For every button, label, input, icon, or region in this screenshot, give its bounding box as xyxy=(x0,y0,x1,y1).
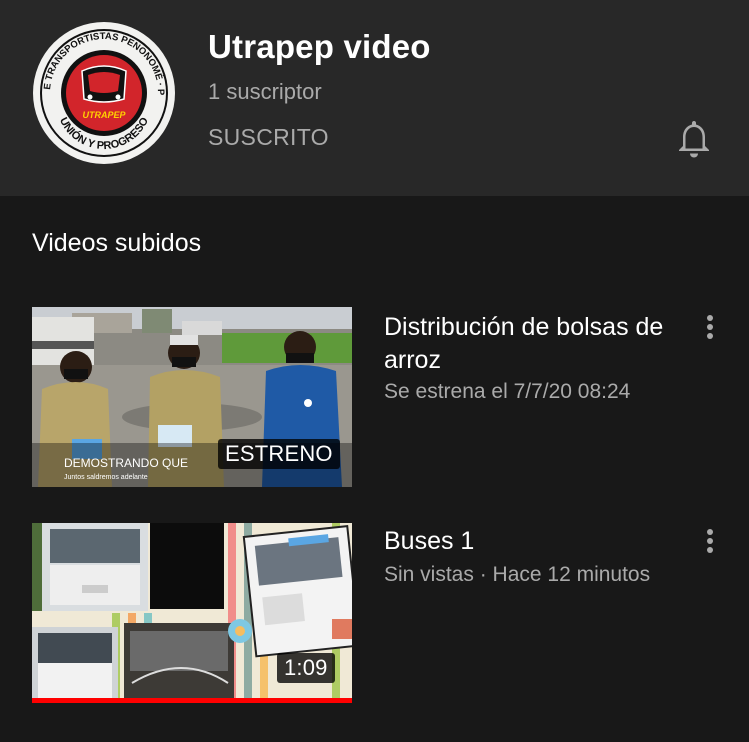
channel-logo[interactable]: UNIÓN DE TRANSPORTISTAS PENONOMÉ · PANAM… xyxy=(32,21,176,165)
channel-header: UNIÓN DE TRANSPORTISTAS PENONOMÉ · PANAM… xyxy=(0,0,749,196)
logo-center-text: UTRAPEP xyxy=(82,110,126,120)
thumbnail-caption-line2: Juntos saldremos adelante xyxy=(64,474,148,481)
video-title[interactable]: Buses 1 xyxy=(384,525,684,558)
subscribe-button[interactable]: SUSCRITO xyxy=(208,124,329,151)
video-meta: Sin vistas · Hace 12 minutos xyxy=(384,563,651,586)
more-vert-icon[interactable] xyxy=(700,527,720,557)
thumbnail-caption-line1: DEMOSTRANDO QUE xyxy=(64,456,188,470)
duration-badge: 1:09 xyxy=(277,653,335,683)
more-vert-icon[interactable] xyxy=(700,313,720,343)
video-title[interactable]: Distribución de bolsas de arroz xyxy=(384,311,684,377)
bus-front-icon xyxy=(81,65,127,103)
bell-icon[interactable] xyxy=(674,117,714,159)
watch-progress-bar xyxy=(32,698,352,703)
section-title: Videos subidos xyxy=(32,229,202,257)
video-meta: Se estrena el 7/7/20 08:24 xyxy=(384,380,631,403)
premiere-badge: ESTRENO xyxy=(218,439,340,469)
subscriber-count: 1 suscriptor xyxy=(208,79,322,104)
video-item[interactable]: DEMOSTRANDO QUE Juntos saldremos adelant… xyxy=(0,307,749,489)
video-item[interactable]: 1:09 Buses 1 Sin vistas · Hace 12 minuto… xyxy=(0,523,749,705)
channel-name: Utrapep video xyxy=(208,28,431,65)
